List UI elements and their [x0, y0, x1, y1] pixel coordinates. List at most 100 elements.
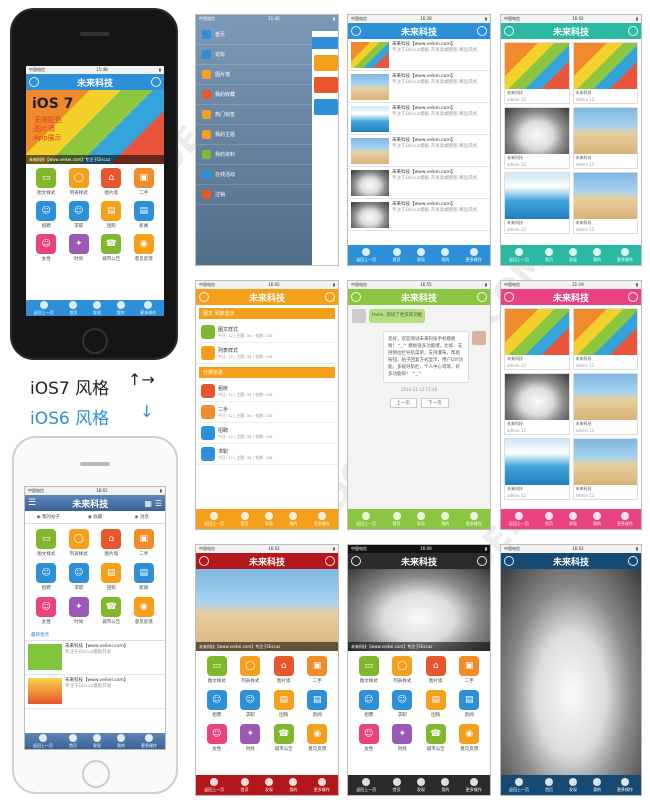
forum-row[interactable]: 二手 今日: 12 | 主题: 36 | 帖数: 108	[196, 402, 338, 423]
grid-item[interactable]: ▤ 新闻	[455, 690, 485, 718]
grid-item[interactable]: ✦ 时尚	[388, 724, 418, 752]
list-item[interactable]: 未来科技【www.veikei.com】 专注于Discuz模板 开发高端模板 精…	[348, 199, 490, 231]
bottom-nav-item[interactable]: 首页	[392, 247, 401, 263]
grid-item[interactable]: ◉ 意见反馈	[455, 724, 485, 752]
bottom-nav-item[interactable]: 更多操作	[314, 511, 330, 527]
menu-icon[interactable]	[504, 556, 514, 566]
grid-item[interactable]: ⌂ 图片墙	[421, 656, 451, 684]
grid-item[interactable]: ▭ 图文样式	[32, 529, 61, 557]
grid-item[interactable]: ☺ 求职	[65, 563, 94, 591]
grid-item[interactable]: ☺ 女性	[32, 234, 61, 262]
bottom-nav-item[interactable]: 返回上一页	[204, 511, 224, 527]
menu-icon[interactable]	[199, 292, 209, 302]
forum-row[interactable]: 求职 今日: 12 | 主题: 36 | 帖数: 108	[196, 444, 338, 465]
list-item[interactable]: 未来科技【www.veikei.com】 专注于Discuz模板 开发高端模板 精…	[348, 167, 490, 199]
grid-item[interactable]: ▭ 图文样式	[202, 656, 232, 684]
search-icon[interactable]	[476, 26, 487, 36]
search-icon[interactable]	[324, 556, 335, 566]
bottom-nav-item[interactable]: 发现	[569, 777, 577, 793]
grid-item[interactable]: ▣ 二手	[130, 168, 159, 196]
prev-page-button[interactable]: 上一页	[389, 398, 417, 408]
grid-item[interactable]: ☺ 求职	[388, 690, 418, 718]
list-item[interactable]: 未来科技【www.veikei.com】 专注于Discuz模板 开发高端模板 精…	[348, 71, 490, 103]
menu-icon[interactable]	[199, 556, 209, 566]
bottom-nav-item[interactable]: 更多操作	[141, 733, 157, 749]
bottom-nav-item[interactable]: 发现	[569, 247, 577, 263]
bottom-nav-item[interactable]: 更多操作	[617, 247, 633, 263]
bottom-nav-item[interactable]: 返回上一页	[509, 511, 529, 527]
wall-card[interactable]: 未来科技 admin 12	[572, 172, 638, 234]
grid-item[interactable]: ☺ 招聘	[32, 201, 61, 229]
bottom-nav-item[interactable]: 返回上一页	[509, 247, 529, 263]
search-icon[interactable]	[324, 292, 335, 302]
bottom-nav-item[interactable]: 返回上一页	[356, 777, 376, 793]
menu-icon[interactable]	[351, 556, 361, 566]
tab-my-posts[interactable]: ◉ 我的帖子	[25, 511, 72, 523]
tab-favorites[interactable]: ◉ 收藏	[72, 511, 119, 523]
bottom-nav-item[interactable]: 首页	[545, 247, 553, 263]
bottom-nav-item[interactable]: 返回上一页	[33, 733, 53, 749]
wall-card[interactable]: 未来科技 admin 12	[504, 42, 570, 104]
bottom-nav-item[interactable]: 我的	[593, 777, 601, 793]
grid-icon[interactable]: ▦ ☰	[144, 499, 162, 508]
menu-icon[interactable]	[29, 77, 39, 87]
menu-icon[interactable]	[504, 292, 514, 302]
wall-card[interactable]: 未来科技 admin 12	[504, 107, 570, 169]
menu-icon[interactable]	[504, 26, 514, 36]
grid-item[interactable]: ◉ 意见反馈	[303, 724, 333, 752]
tab-messages[interactable]: ◉ 消息	[118, 511, 165, 523]
grid-item[interactable]: ▤ 新闻	[303, 690, 333, 718]
grid-item[interactable]: ▤ 新闻	[130, 563, 159, 591]
search-icon[interactable]	[627, 292, 638, 302]
grid-item[interactable]: ◉ 意见反馈	[130, 234, 159, 262]
wall-card[interactable]: 未来科技 admin 12	[572, 308, 638, 370]
grid-item[interactable]: ▣ 二手	[130, 529, 159, 557]
grid-item[interactable]: ☎ 城市公告	[269, 724, 299, 752]
wall-card[interactable]: 未来科技 admin 12	[572, 107, 638, 169]
bottom-nav-item[interactable]: 首页	[69, 300, 78, 316]
bottom-nav-item[interactable]: 更多操作	[466, 247, 482, 263]
grid-item[interactable]: ◯ 列表样式	[65, 529, 94, 557]
grid-item[interactable]: ☺ 招聘	[354, 690, 384, 718]
bottom-nav-item[interactable]: 发现	[264, 511, 273, 527]
forum-row[interactable]: 招聘 今日: 12 | 主题: 36 | 帖数: 108	[196, 423, 338, 444]
bottom-nav-item[interactable]: 我的	[289, 777, 298, 793]
grid-item[interactable]: ⌂ 图片墙	[97, 529, 126, 557]
list-item[interactable]: 未来科技【www.veikei.com】 专注于Discuz模板 开发高端模板 精…	[348, 103, 490, 135]
search-icon[interactable]	[627, 556, 638, 566]
wall-card[interactable]: 未来科技 admin 12	[572, 373, 638, 435]
search-icon[interactable]	[476, 556, 487, 566]
bottom-nav-item[interactable]: 首页	[240, 511, 249, 527]
grid-item[interactable]: ☺ 招聘	[32, 563, 61, 591]
wall-card[interactable]: 未来科技 admin 12	[504, 308, 570, 370]
grid-item[interactable]: ⌂ 图片墙	[97, 168, 126, 196]
bottom-nav-item[interactable]: 发现	[416, 247, 425, 263]
bottom-nav-item[interactable]: 更多操作	[617, 777, 633, 793]
hero-banner[interactable]: 未来科技【www.veikei.com】专注于Discuz	[348, 569, 490, 651]
list-item[interactable]: 未来科技【www.veikei.com】 专注于Discuz模板 开发高端模板 精…	[348, 39, 490, 71]
bottom-nav-item[interactable]: 我的	[116, 300, 125, 316]
bottom-nav-item[interactable]: 首页	[392, 777, 401, 793]
grid-item[interactable]: ▤ 团购	[421, 690, 451, 718]
bottom-nav-item[interactable]: 我的	[593, 511, 601, 527]
grid-item[interactable]: ▤ 团购	[97, 201, 126, 229]
bottom-nav-item[interactable]: 我的	[441, 247, 450, 263]
search-icon[interactable]	[476, 292, 487, 302]
search-icon[interactable]	[150, 77, 161, 87]
grid-item[interactable]: ✦ 时尚	[65, 234, 94, 262]
bottom-nav-item[interactable]: 我的	[441, 511, 450, 527]
home-button[interactable]	[82, 328, 108, 354]
grid-item[interactable]: ▣ 二手	[303, 656, 333, 684]
hero-banner[interactable]: 未来科技【www.veikei.com】专注于Discuz	[196, 569, 338, 651]
grid-item[interactable]: ◯ 列表样式	[236, 656, 266, 684]
grid-item[interactable]: ◯ 列表样式	[65, 168, 94, 196]
bottom-nav-item[interactable]: 发现	[93, 733, 101, 749]
bottom-nav-item[interactable]: 首页	[240, 777, 249, 793]
bottom-nav-item[interactable]: 首页	[392, 511, 401, 527]
bottom-nav-item[interactable]: 返回上一页	[356, 247, 376, 263]
wall-card[interactable]: 未来科技 admin 12	[504, 438, 570, 500]
bottom-nav-item[interactable]: 首页	[69, 733, 77, 749]
bottom-nav-item[interactable]: 更多操作	[314, 777, 330, 793]
menu-icon[interactable]: ☰	[28, 498, 36, 508]
grid-item[interactable]: ☎ 城市公告	[97, 234, 126, 262]
